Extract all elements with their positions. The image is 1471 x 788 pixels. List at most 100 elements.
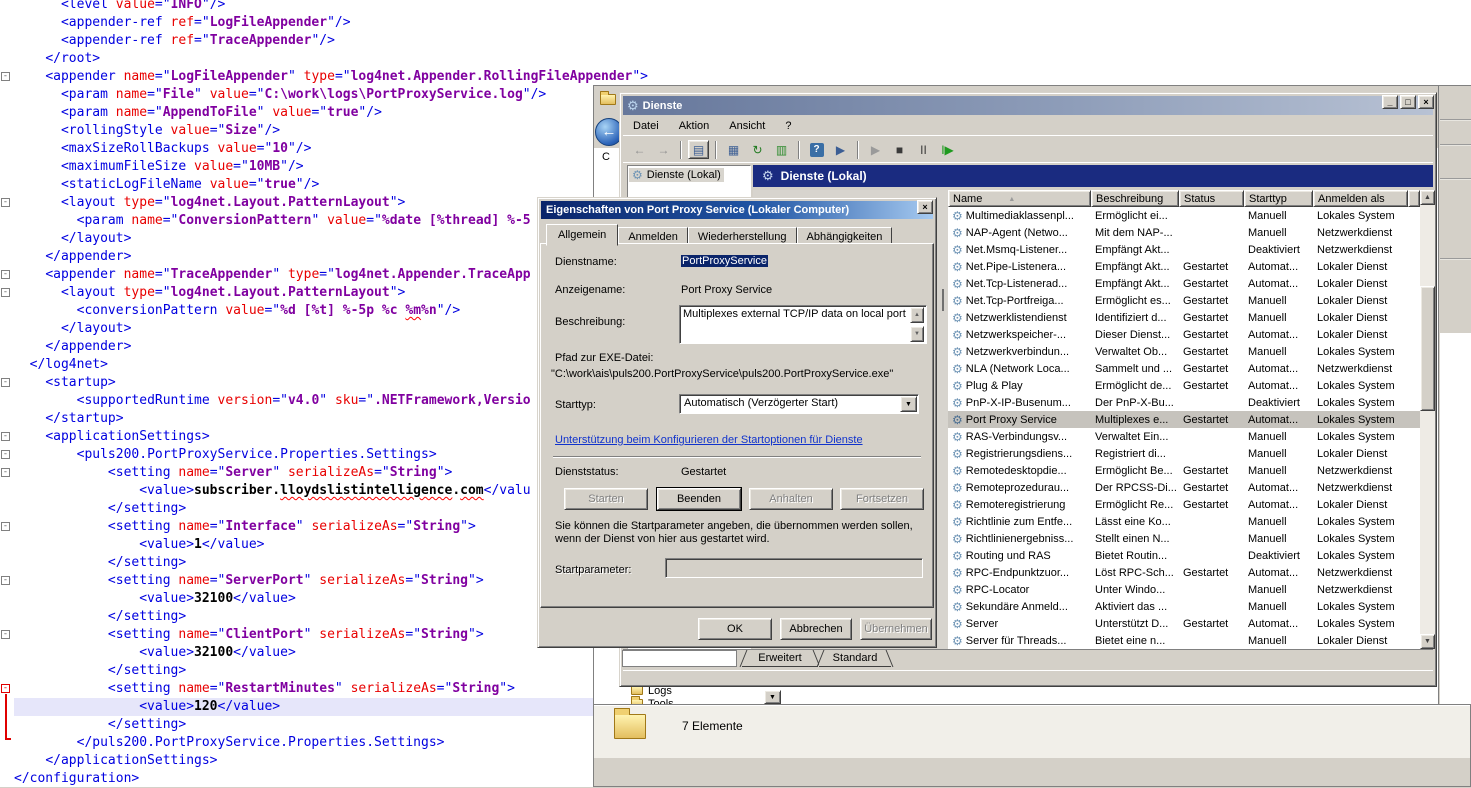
- menu-item-aktion[interactable]: Aktion: [669, 117, 720, 135]
- fold-marker-icon[interactable]: -: [1, 270, 10, 279]
- startoptions-help-link[interactable]: Unterstützung beim Konfigurieren der Sta…: [555, 434, 863, 446]
- tab-allgemein[interactable]: Allgemein: [546, 224, 618, 246]
- close-icon[interactable]: ×: [917, 200, 933, 214]
- table-row[interactable]: ⚙RPC-Endpunktzuor...Löst RPC-Sch...Gesta…: [948, 564, 1420, 581]
- fold-marker-icon[interactable]: -: [1, 522, 10, 531]
- column-header-starttyp[interactable]: Starttyp: [1244, 190, 1313, 207]
- cancel-button[interactable]: Abbrechen: [780, 618, 852, 640]
- fold-marker-icon[interactable]: -: [1, 288, 10, 297]
- table-row[interactable]: ⚙Remotedesktopdie...Ermöglicht Be...Gest…: [948, 462, 1420, 479]
- dialog-titlebar[interactable]: Eigenschaften von Port Proxy Service (Lo…: [541, 201, 933, 219]
- chevron-down-icon[interactable]: ▼: [900, 396, 917, 412]
- sidebar-item-dienste-lokal[interactable]: ⚙ Dienste (Lokal): [629, 168, 724, 182]
- table-row[interactable]: ⚙Net.Tcp-Portfreiga...Ermöglicht es...Ge…: [948, 292, 1420, 309]
- table-row[interactable]: ⚙Richtlinienergebniss...Stellt einen N..…: [948, 530, 1420, 547]
- table-row[interactable]: ⚙RAS-Verbindungsv...Verwaltet Ein...Manu…: [948, 428, 1420, 445]
- tab-standard[interactable]: Standard: [819, 650, 891, 667]
- table-row[interactable]: ⚙Netzwerkspeicher-...Dieser Dienst...Ges…: [948, 326, 1420, 343]
- gear-icon: ⚙: [952, 227, 963, 239]
- table-row[interactable]: ⚙Net.Tcp-Listenerad...Empfängt Akt...Ges…: [948, 275, 1420, 292]
- show-console-tree-button[interactable]: ▤: [688, 140, 709, 159]
- table-row[interactable]: ⚙PnP-X-IP-Busenum...Der PnP-X-Bu...Deakt…: [948, 394, 1420, 411]
- table-row[interactable]: ⚙RPC-LocatorUnter Windo...ManuellNetzwer…: [948, 581, 1420, 598]
- extended-view-icon: ▶: [836, 143, 845, 157]
- fold-marker-icon[interactable]: -: [1, 198, 10, 207]
- tab-erweitert[interactable]: Erweitert: [742, 650, 818, 667]
- service-name-value[interactable]: PortProxyService: [681, 255, 768, 267]
- table-row[interactable]: ⚙NAP-Agent (Netwo...Mit dem NAP-...Manue…: [948, 224, 1420, 241]
- fold-marker-icon[interactable]: -: [1, 432, 10, 441]
- splitter-handle[interactable]: [942, 289, 944, 311]
- service-starttype: Manuell: [1244, 431, 1313, 443]
- ok-button[interactable]: OK: [698, 618, 772, 640]
- fold-marker-icon[interactable]: -: [1, 630, 10, 639]
- start-button[interactable]: Starten: [564, 488, 648, 510]
- service-description: Ermöglicht ei...: [1091, 210, 1179, 222]
- maximize-icon[interactable]: □: [1400, 95, 1416, 109]
- resume-button[interactable]: Fortsetzen: [840, 488, 924, 510]
- service-name-cell: ⚙Netzwerkverbindun...: [948, 346, 1091, 358]
- export-list-icon: ▥: [776, 143, 787, 157]
- scrollbar-thumb[interactable]: [1420, 286, 1435, 411]
- fold-marker-icon[interactable]: -: [1, 450, 10, 459]
- minimize-icon[interactable]: _: [1382, 95, 1398, 109]
- column-header-status[interactable]: Status: [1179, 190, 1244, 207]
- table-row[interactable]: ⚙Net.Pipe-Listenera...Empfängt Akt...Ges…: [948, 258, 1420, 275]
- pause-service-button[interactable]: II: [913, 140, 934, 159]
- services-list[interactable]: Name▲BeschreibungStatusStarttypAnmelden …: [948, 190, 1420, 649]
- column-header-name[interactable]: Name▲: [948, 190, 1091, 207]
- start-service-button[interactable]: ▶: [865, 140, 886, 159]
- vertical-scrollbar[interactable]: ▲ ▼: [1420, 190, 1435, 649]
- scroll-up-icon[interactable]: ▲: [910, 307, 924, 323]
- fold-marker-icon[interactable]: -: [1, 576, 10, 585]
- fold-marker-icon[interactable]: -: [1, 684, 10, 693]
- stop-service-button[interactable]: ■: [889, 140, 910, 159]
- fold-marker-icon[interactable]: -: [1, 72, 10, 81]
- scroll-down-icon[interactable]: ▼: [1420, 634, 1435, 649]
- table-row[interactable]: ⚙Remoteprozedurau...Der RPCSS-Di...Gesta…: [948, 479, 1420, 496]
- table-row[interactable]: ⚙Richtlinie zum Entfe...Lässt eine Ko...…: [948, 513, 1420, 530]
- service-status: Gestartet: [1179, 414, 1244, 426]
- refresh-button[interactable]: ↻: [747, 140, 768, 159]
- menu-item-help[interactable]: ?: [775, 117, 801, 135]
- gear-icon: ⚙: [952, 295, 963, 307]
- pause-button[interactable]: Anhalten: [749, 488, 833, 510]
- table-row[interactable]: ⚙NetzwerklistendienstIdentifiziert d...G…: [948, 309, 1420, 326]
- extended-view-button[interactable]: ▶: [830, 140, 851, 159]
- export-list-button[interactable]: ▥: [771, 140, 792, 159]
- table-row[interactable]: ⚙ServerUnterstützt D...GestartetAutomat.…: [948, 615, 1420, 632]
- scroll-down-icon[interactable]: ▼: [910, 326, 924, 342]
- table-row[interactable]: ⚙Routing und RASBietet Routin...Deaktivi…: [948, 547, 1420, 564]
- stop-button[interactable]: Beenden: [657, 488, 741, 510]
- table-row[interactable]: ⚙Server für Threads...Bietet eine n...Ma…: [948, 632, 1420, 649]
- table-row[interactable]: ⚙RemoteregistrierungErmöglicht Re...Gest…: [948, 496, 1420, 513]
- fold-marker-icon[interactable]: -: [1, 468, 10, 477]
- dropdown-button[interactable]: ▼: [764, 690, 781, 704]
- column-header-beschreibung[interactable]: Beschreibung: [1091, 190, 1179, 207]
- table-row[interactable]: ⚙NLA (Network Loca...Sammelt und ...Gest…: [948, 360, 1420, 377]
- help-button[interactable]: ?: [806, 140, 827, 159]
- startparams-input[interactable]: [665, 558, 923, 578]
- forward-button[interactable]: →: [653, 140, 674, 159]
- apply-button[interactable]: Übernehmen: [860, 618, 932, 640]
- menu-item-ansicht[interactable]: Ansicht: [719, 117, 775, 135]
- table-row[interactable]: ⚙Port Proxy ServiceMultiplexes e...Gesta…: [948, 411, 1420, 428]
- table-row[interactable]: ⚙Registrierungsdiens...Registriert di...…: [948, 445, 1420, 462]
- scroll-up-icon[interactable]: ▲: [1420, 190, 1435, 205]
- service-status: Gestartet: [1179, 363, 1244, 375]
- table-row[interactable]: ⚙Netzwerkverbindun...Verwaltet Ob...Gest…: [948, 343, 1420, 360]
- table-row[interactable]: ⚙Net.Msmq-Listener...Empfängt Akt...Deak…: [948, 241, 1420, 258]
- column-header-anmelden-als[interactable]: Anmelden als: [1313, 190, 1408, 207]
- table-row[interactable]: ⚙Multimediaklassenpl...Ermöglicht ei...M…: [948, 207, 1420, 224]
- close-icon[interactable]: ×: [1418, 95, 1434, 109]
- menu-item-datei[interactable]: Datei: [623, 117, 669, 135]
- services-titlebar[interactable]: ⚙ Dienste: [623, 96, 1433, 115]
- properties-button[interactable]: ▦: [723, 140, 744, 159]
- starttype-select[interactable]: Automatisch (Verzögerter Start) ▼: [679, 394, 919, 414]
- back-button[interactable]: ←: [629, 140, 650, 159]
- fold-marker-icon[interactable]: -: [1, 378, 10, 387]
- table-row[interactable]: ⚙Plug & PlayErmöglicht de...GestartetAut…: [948, 377, 1420, 394]
- table-row[interactable]: ⚙Sekundäre Anmeld...Aktiviert das ...Man…: [948, 598, 1420, 615]
- restart-service-button[interactable]: I▶: [937, 140, 958, 159]
- description-field[interactable]: Multiplexes external TCP/IP data on loca…: [679, 305, 927, 344]
